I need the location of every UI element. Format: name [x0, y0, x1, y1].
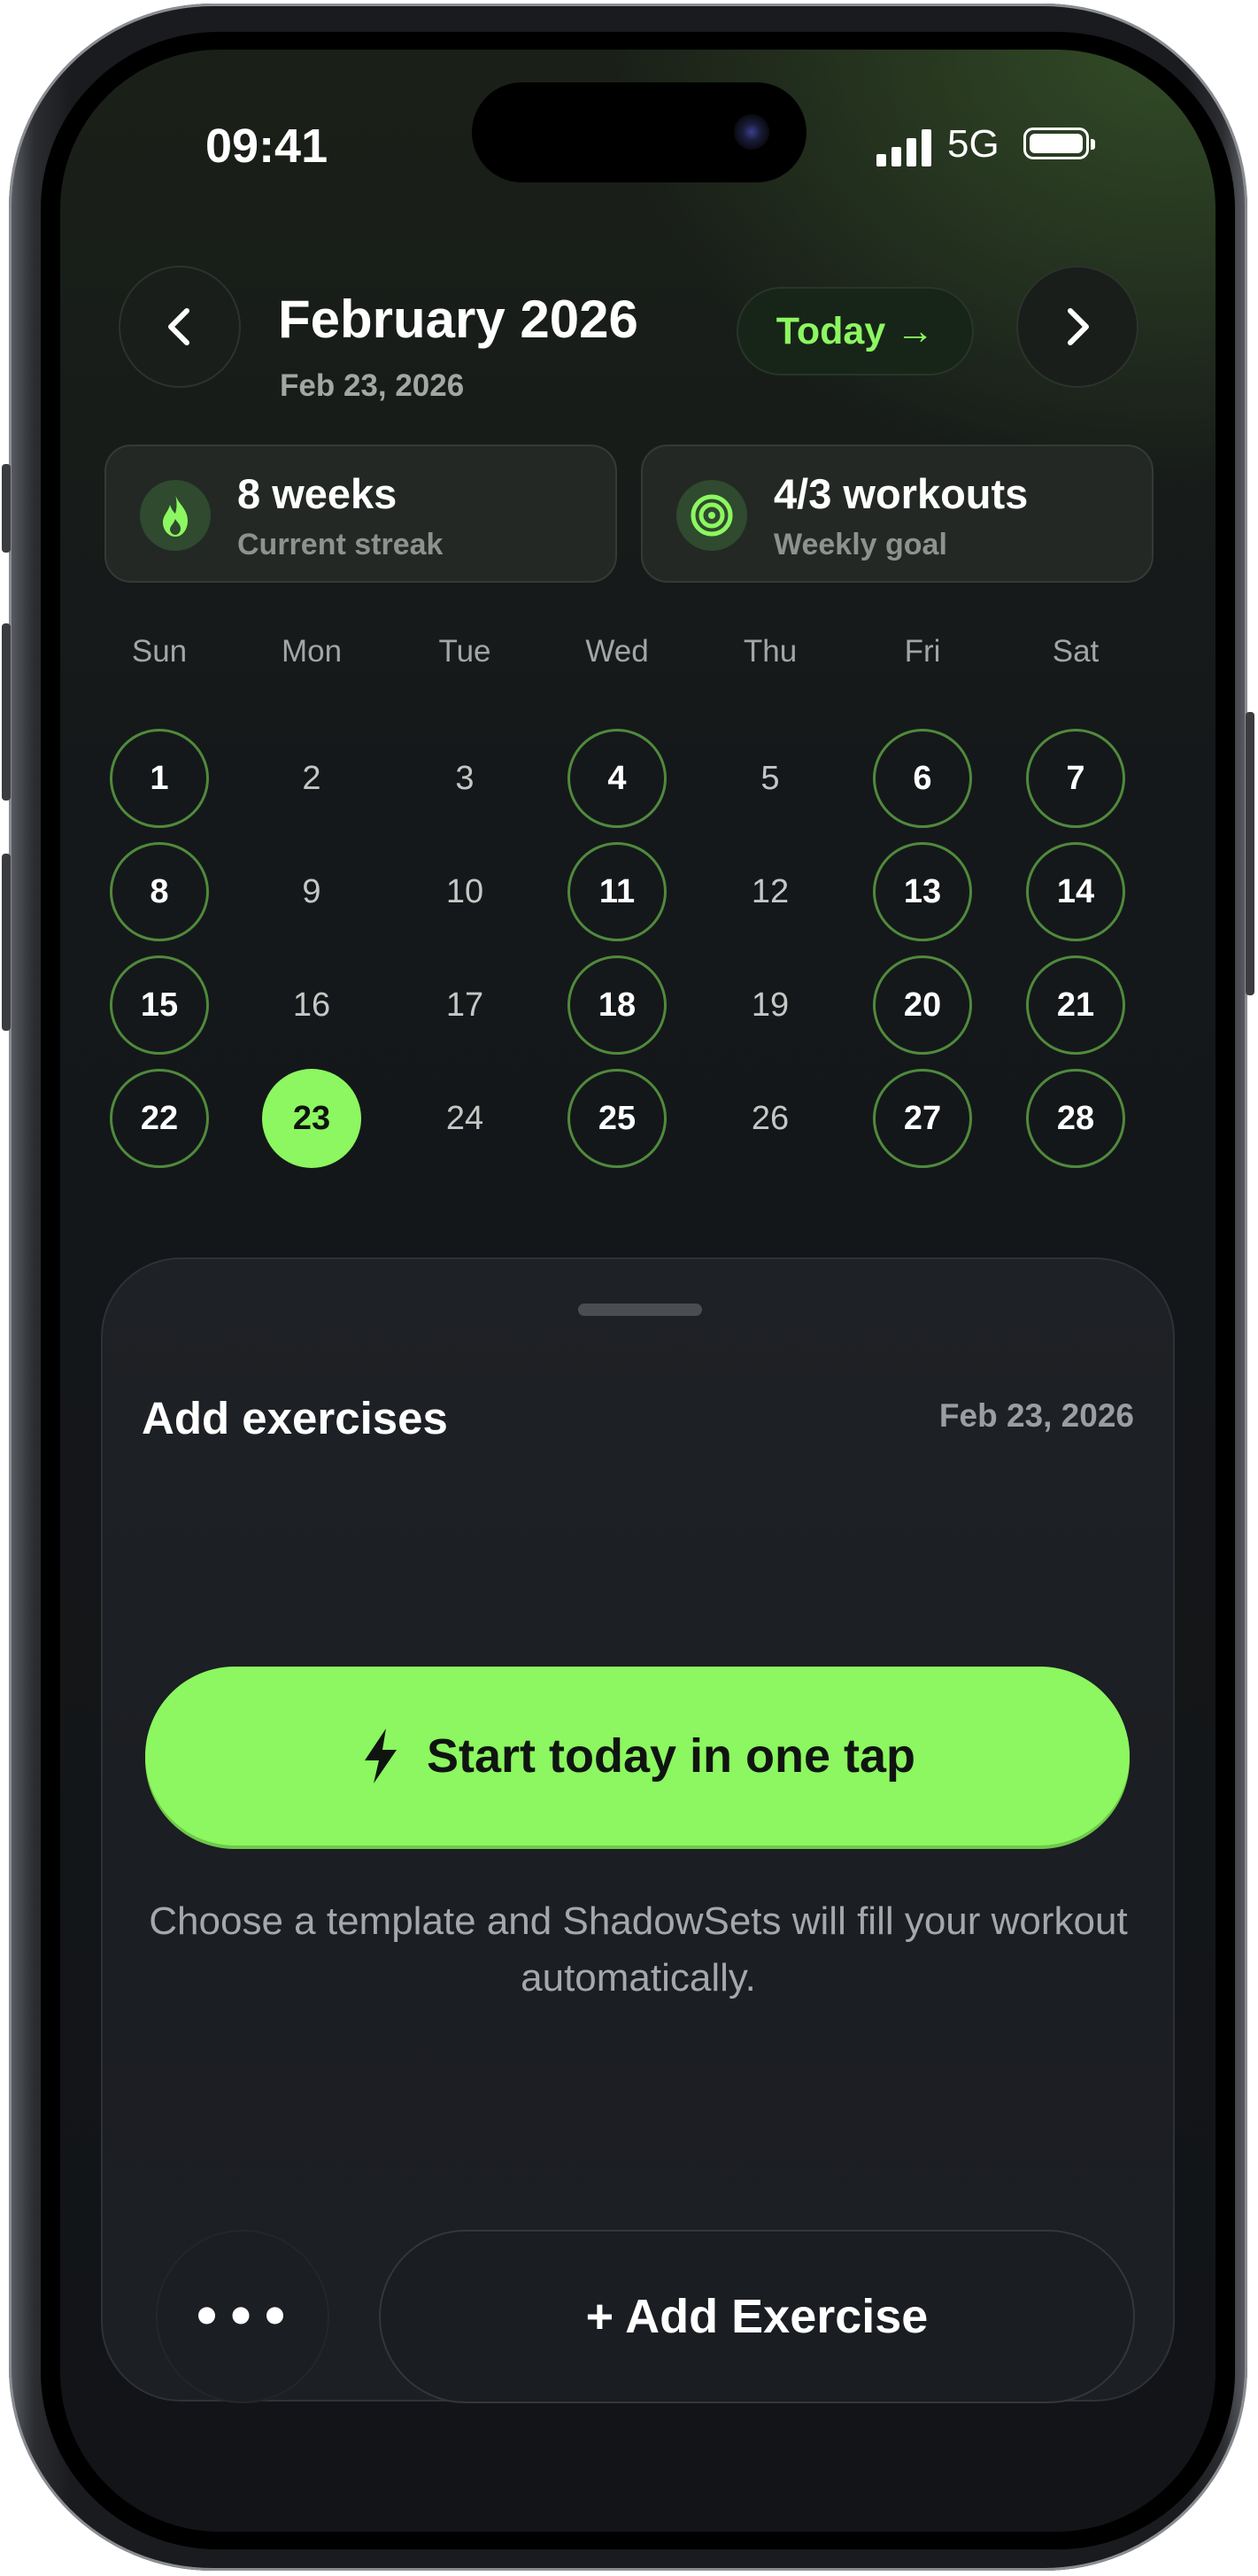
weekday-label: Sat — [1052, 634, 1100, 669]
add-exercises-sheet: Add exercises Feb 23, 2026 Start today i… — [101, 1257, 1175, 2403]
calendar-day[interactable]: 18 — [567, 955, 667, 1055]
add-exercise-button[interactable]: + Add Exercise — [379, 2230, 1135, 2403]
flame-icon — [140, 480, 211, 551]
streak-card: 8 weeks Current streak — [104, 445, 617, 583]
calendar-day[interactable]: 8 — [110, 842, 209, 941]
weekday-label: Thu — [743, 634, 798, 669]
calendar-day[interactable]: 19 — [721, 955, 820, 1055]
chevron-right-icon — [1068, 308, 1089, 345]
calendar-day[interactable]: 27 — [873, 1069, 972, 1168]
calendar-day[interactable]: 23 — [262, 1069, 361, 1168]
status-time: 09:41 — [205, 120, 328, 173]
selected-date: Feb 23, 2026 — [280, 368, 465, 403]
weekly-goal-card: 4/3 workouts Weekly goal — [641, 445, 1154, 583]
more-options-button[interactable]: ••• — [156, 2230, 329, 2403]
calendar-day[interactable]: 24 — [415, 1069, 514, 1168]
calendar-day[interactable]: 5 — [721, 729, 820, 828]
calendar-day[interactable]: 14 — [1026, 842, 1125, 941]
today-button[interactable]: Today → — [737, 287, 974, 375]
next-month-button[interactable] — [1016, 266, 1138, 388]
calendar-day[interactable]: 25 — [567, 1069, 667, 1168]
target-icon — [676, 480, 747, 551]
signal-icon — [876, 129, 933, 166]
weekly-goal-label: Weekly goal — [774, 528, 947, 561]
weekday-label: Sun — [131, 634, 188, 669]
streak-value: 8 weeks — [237, 470, 397, 517]
calendar-day[interactable]: 12 — [721, 842, 820, 941]
calendar-day[interactable]: 26 — [721, 1069, 820, 1168]
action-button — [2, 464, 11, 553]
volume-down-button — [2, 854, 11, 1031]
calendar-day[interactable]: 11 — [567, 842, 667, 941]
calendar-day[interactable]: 1 — [110, 729, 209, 828]
calendar-day[interactable]: 13 — [873, 842, 972, 941]
calendar-day[interactable]: 21 — [1026, 955, 1125, 1055]
prev-month-button[interactable] — [119, 266, 241, 388]
month-title: February 2026 — [278, 290, 638, 349]
sheet-title: Add exercises — [142, 1393, 448, 1443]
sheet-date: Feb 23, 2026 — [938, 1397, 1134, 1434]
network-label: 5G — [947, 122, 999, 166]
calendar-day[interactable]: 10 — [415, 842, 514, 941]
calendar-day[interactable]: 4 — [567, 729, 667, 828]
weekday-label: Mon — [281, 634, 343, 669]
calendar-day[interactable]: 16 — [262, 955, 361, 1055]
weekday-label: Wed — [585, 634, 649, 669]
calendar-day[interactable]: 3 — [415, 729, 514, 828]
helper-text: Choose a template and ShadowSets will fi… — [149, 1899, 1128, 2000]
weekday-label: Tue — [438, 634, 491, 669]
power-button — [1246, 712, 1254, 995]
screen: 09:41 5G February 2026 Feb 23, 2026 Toda… — [60, 50, 1216, 2532]
start-today-button[interactable]: Start today in one tap — [145, 1667, 1130, 1845]
weekday-label: Fri — [904, 634, 941, 669]
calendar-day[interactable]: 2 — [262, 729, 361, 828]
dynamic-island — [472, 82, 807, 182]
volume-up-button — [2, 623, 11, 801]
calendar-day[interactable]: 7 — [1026, 729, 1125, 828]
start-today-label: Start today in one tap — [426, 1729, 916, 1783]
calendar-day[interactable]: 17 — [415, 955, 514, 1055]
battery-icon — [1023, 128, 1095, 159]
chevron-left-icon — [168, 308, 189, 345]
calendar-day[interactable]: 20 — [873, 955, 972, 1055]
weekly-goal-value: 4/3 workouts — [774, 470, 1029, 517]
calendar-day[interactable]: 6 — [873, 729, 972, 828]
lightning-icon — [364, 1729, 397, 1783]
calendar-day[interactable]: 22 — [110, 1069, 209, 1168]
calendar-day[interactable]: 15 — [110, 955, 209, 1055]
calendar-day[interactable]: 28 — [1026, 1069, 1125, 1168]
sheet-grabber[interactable] — [578, 1303, 702, 1316]
streak-label: Current streak — [237, 528, 444, 561]
camera-icon — [734, 114, 769, 150]
calendar-day[interactable]: 9 — [262, 842, 361, 941]
